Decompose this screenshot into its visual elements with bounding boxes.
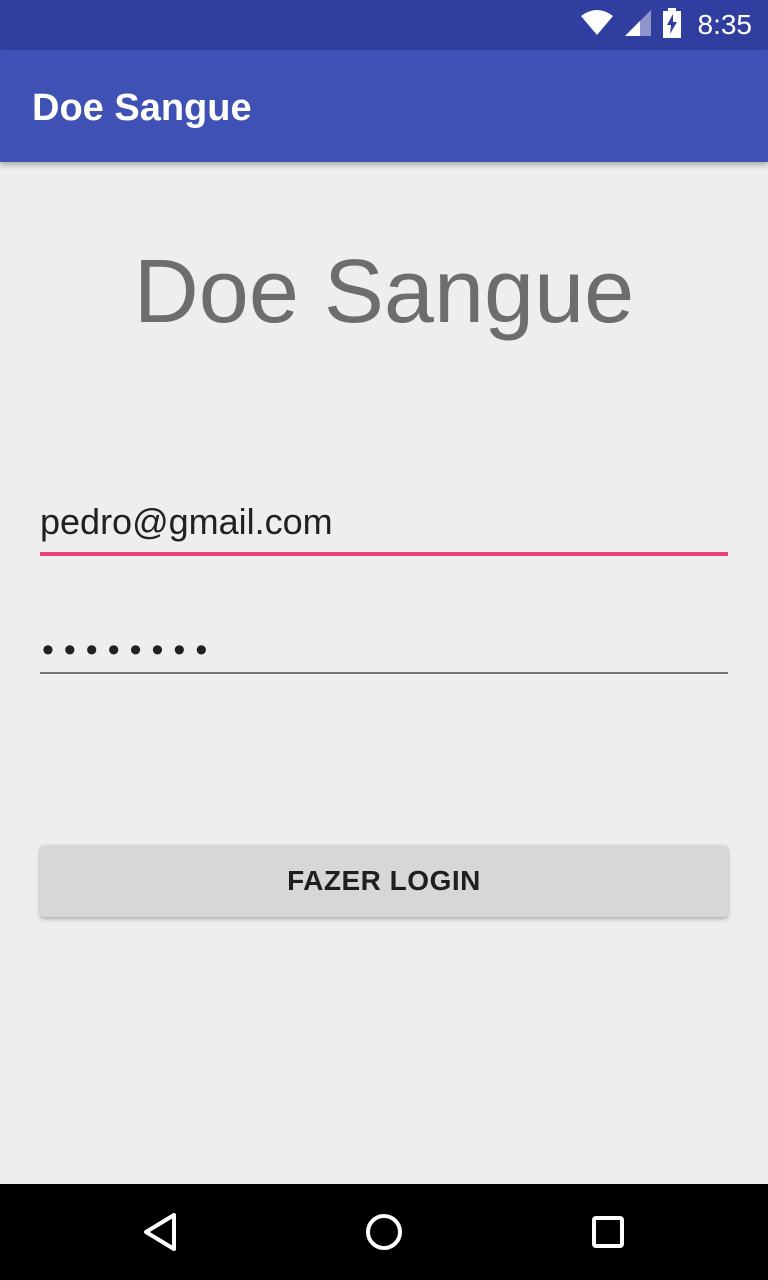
- password-field[interactable]: ••••••••: [40, 612, 728, 674]
- battery-charging-icon: [662, 7, 682, 43]
- home-icon[interactable]: [364, 1212, 404, 1252]
- recents-icon[interactable]: [588, 1212, 628, 1252]
- status-bar: 8:35: [0, 0, 768, 50]
- cell-signal-icon: [624, 9, 652, 42]
- back-icon[interactable]: [140, 1212, 180, 1252]
- status-icons: 8:35: [580, 0, 753, 50]
- wifi-icon: [580, 9, 614, 41]
- login-button[interactable]: FAZER LOGIN: [40, 845, 728, 917]
- hero-title: Doe Sangue: [133, 242, 635, 342]
- app-bar: Doe Sangue: [0, 50, 768, 162]
- navigation-bar: [0, 1184, 768, 1280]
- status-time: 8:35: [697, 9, 753, 40]
- password-mask: ••••••••: [42, 631, 218, 669]
- email-value: pedro@gmail.com: [40, 501, 333, 542]
- email-field[interactable]: pedro@gmail.com: [40, 492, 728, 556]
- login-screen: Doe Sangue pedro@gmail.com •••••••• FAZE…: [0, 162, 768, 1184]
- app-title: Doe Sangue: [32, 87, 252, 129]
